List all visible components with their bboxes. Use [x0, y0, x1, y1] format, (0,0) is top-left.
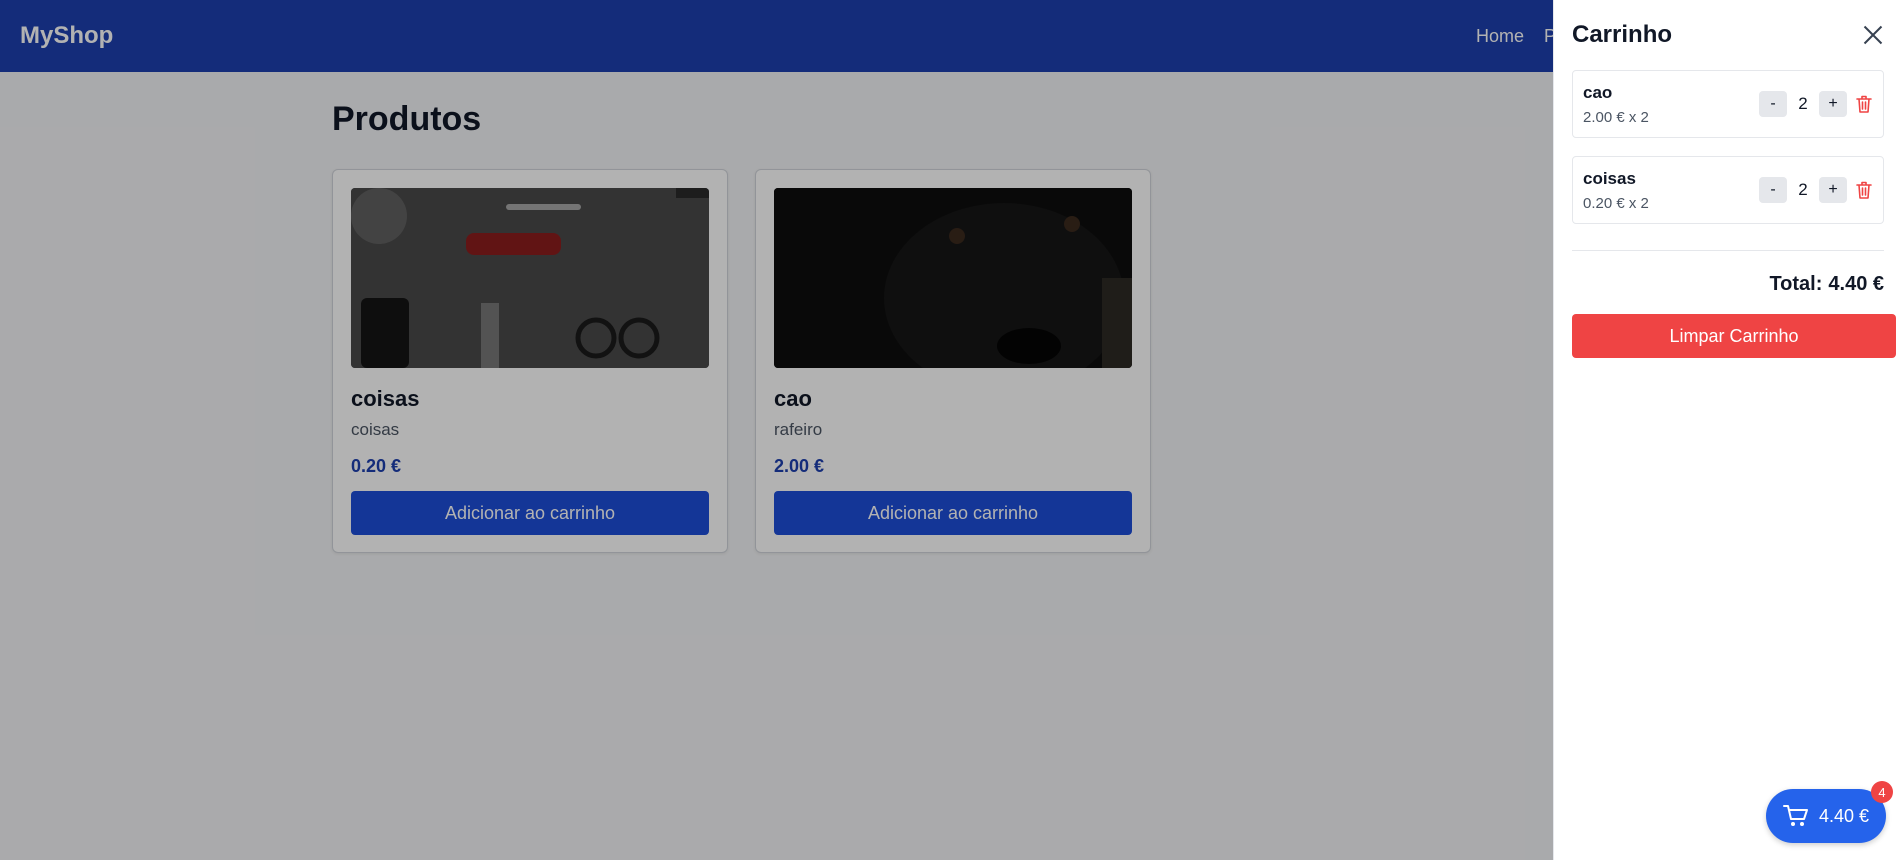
increase-quantity-button[interactable]: + [1819, 91, 1847, 117]
cart-item-info: coisas 0.20 € x 2 [1583, 169, 1649, 212]
divider [1572, 250, 1884, 251]
cart-item: cao 2.00 € x 2 - 2 + [1572, 70, 1884, 138]
cart-item-quantity: 2 [1798, 180, 1808, 199]
trash-icon[interactable] [1855, 94, 1873, 114]
cart-item-detail: 2.00 € x 2 [1583, 108, 1649, 126]
trash-icon[interactable] [1855, 180, 1873, 200]
cart-title: Carrinho [1572, 21, 1673, 48]
decrease-quantity-button[interactable]: - [1759, 91, 1787, 117]
cart-item-detail: 0.20 € x 2 [1583, 194, 1649, 212]
close-icon[interactable] [1862, 24, 1884, 46]
clear-cart-button[interactable]: Limpar Carrinho [1572, 314, 1896, 358]
cart-total-label: Total: [1769, 273, 1823, 295]
cart-count-badge: 4 [1871, 781, 1893, 803]
modal-overlay[interactable] [0, 0, 1553, 860]
cart-item-name: cao [1583, 82, 1613, 102]
cart-header: Carrinho [1572, 18, 1884, 52]
cart-total-value: 4.40 € [1828, 273, 1884, 295]
floating-cart-button[interactable]: 4.40 € [1766, 789, 1886, 843]
cart-item-controls: - 2 + [1759, 177, 1873, 203]
cart-item-info: cao 2.00 € x 2 [1583, 83, 1649, 126]
cart-item-controls: - 2 + [1759, 91, 1873, 117]
cart-item-quantity: 2 [1798, 94, 1808, 113]
cart-item: coisas 0.20 € x 2 - 2 + [1572, 156, 1884, 224]
increase-quantity-button[interactable]: + [1819, 177, 1847, 203]
floating-cart-amount: 4.40 € [1818, 805, 1870, 826]
cart-icon [1782, 805, 1808, 826]
decrease-quantity-button[interactable]: - [1759, 177, 1787, 203]
cart-item-name: coisas [1583, 168, 1636, 188]
cart-total: Total: 4.40 € [1572, 273, 1884, 296]
cart-drawer: Carrinho cao 2.00 € x 2 - 2 + coisas 0.2… [1553, 0, 1902, 860]
